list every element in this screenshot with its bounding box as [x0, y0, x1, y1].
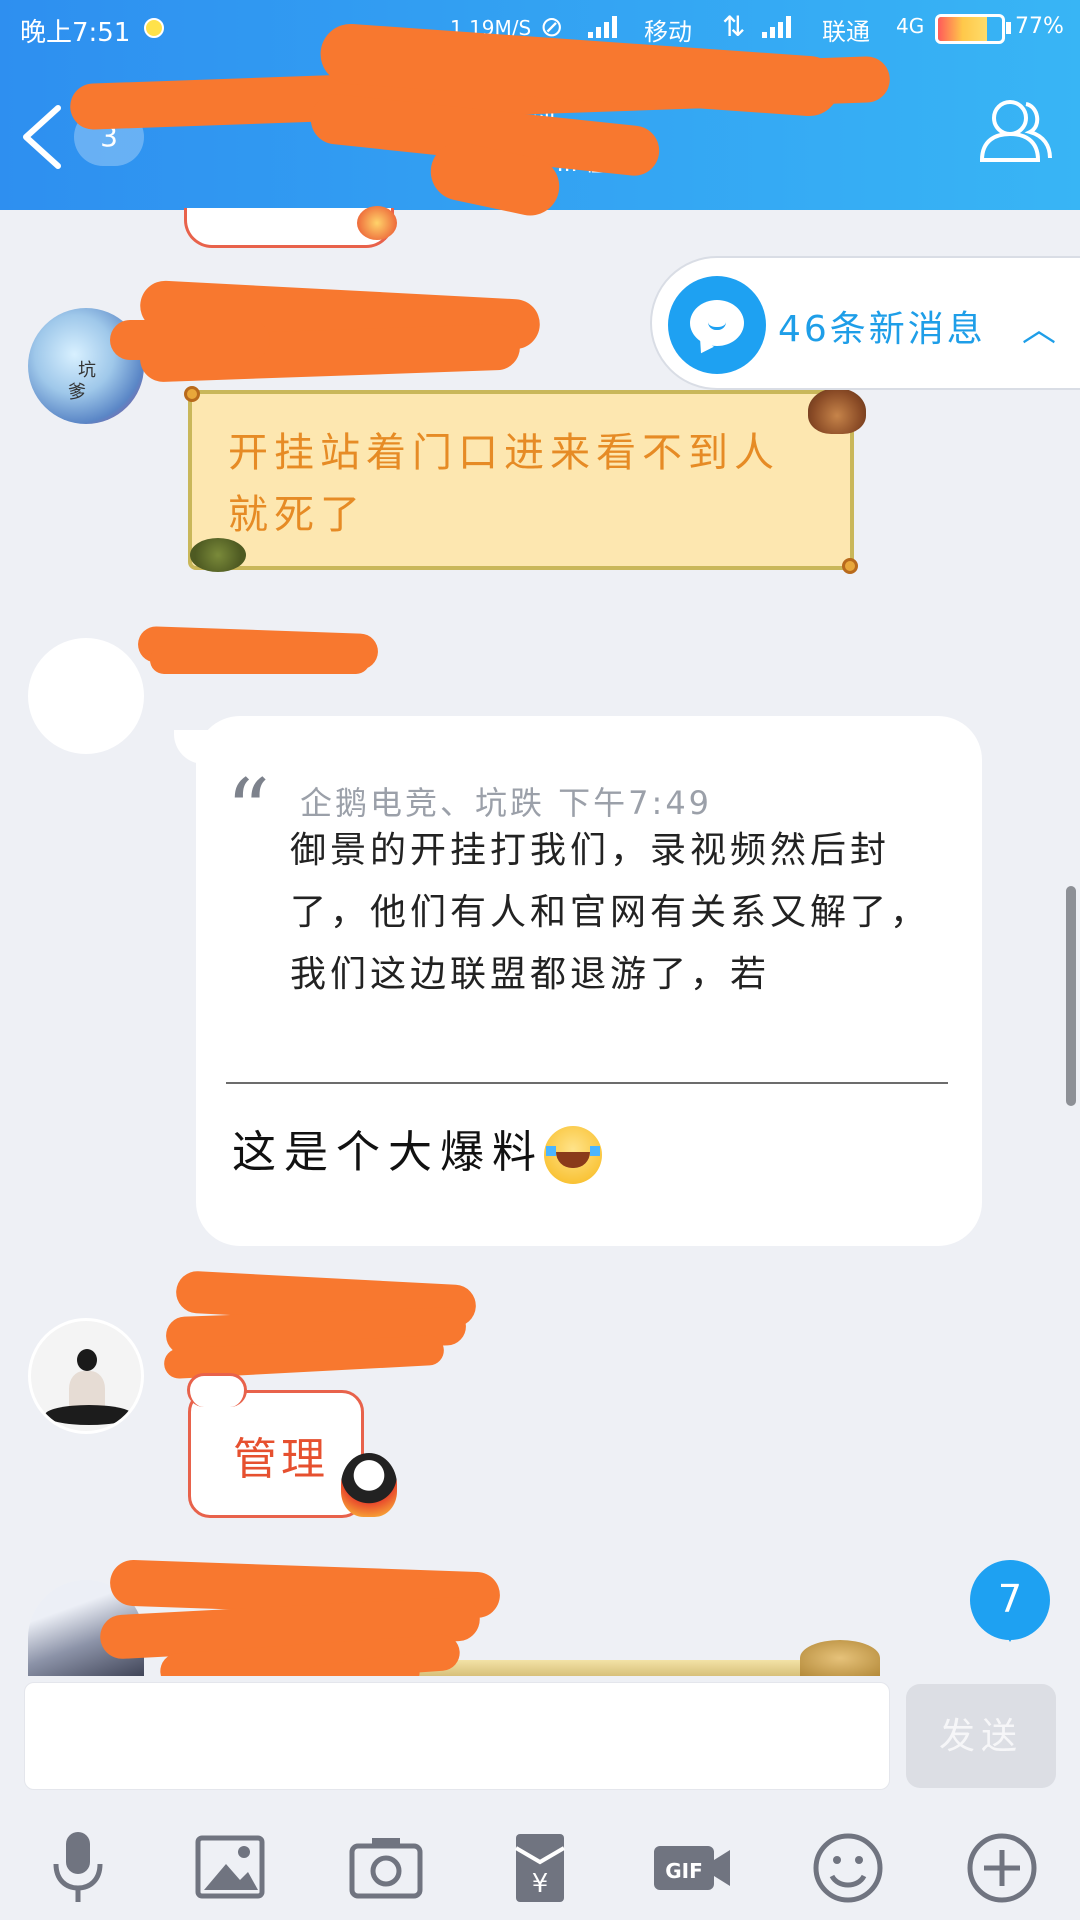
bubble-tail [174, 730, 208, 764]
reply-text-content: 这是个大爆料 [232, 1127, 544, 1178]
signal-icon [762, 14, 798, 38]
dragon-sticker [800, 1640, 880, 1676]
avatar-figure [77, 1349, 97, 1371]
turtle-sticker [190, 538, 246, 572]
signal-icon [588, 14, 624, 38]
unread-count-text: 7 [997, 1577, 1023, 1621]
quoted-text: 御景的开挂打我们，录视频然后封了，他们有人和官网有关系又解了，我们这边联盟都退游… [290, 830, 931, 995]
redaction-mark [110, 320, 270, 360]
new-messages-label: 46条新消息 [778, 309, 986, 350]
message-text: 管理 [233, 1434, 329, 1485]
badge-tail [1000, 1626, 1020, 1642]
red-packet-icon[interactable]: ¥ [500, 1830, 580, 1906]
svg-text:¥: ¥ [532, 1869, 549, 1899]
group-members-icon[interactable] [976, 96, 1054, 166]
message-text: 开挂站着门口进来看不到人就死了 [228, 430, 780, 538]
avatar-figure [45, 1405, 133, 1425]
image-icon[interactable] [190, 1830, 270, 1906]
battery-tip [1006, 22, 1011, 34]
input-area: 发送 ¥ GIF [0, 1676, 1080, 1920]
avatar-text: 爹 [68, 382, 86, 403]
message-bubble[interactable]: “ 企鹅电竞、坑跌 下午7:49 御景的开挂打我们，录视频然后封了，他们有人和官… [174, 716, 982, 1246]
gif-icon[interactable]: GIF [652, 1830, 732, 1906]
bubble-corner [842, 558, 858, 574]
battery-percent: 77% [1015, 14, 1064, 39]
battery-icon [935, 14, 1005, 44]
new-messages-pill[interactable]: 46条新消息 ︿ [650, 256, 1080, 390]
quote-divider [226, 1082, 948, 1084]
penguin-sticker [341, 1453, 397, 1517]
chat-bubble-icon [668, 276, 766, 374]
quote-meta: 企鹅电竞、坑跌 下午7:49 [300, 784, 713, 822]
data-transfer-icon: ⇅ [722, 10, 746, 43]
back-arrow-icon[interactable] [18, 102, 68, 172]
camera-icon[interactable] [346, 1830, 426, 1906]
chevron-up-icon: ︿ [1022, 310, 1056, 350]
emoji-icon[interactable] [808, 1830, 888, 1906]
avatar[interactable] [28, 1318, 144, 1434]
input-toolbar: ¥ GIF [0, 1816, 1080, 1916]
scrollbar[interactable] [1066, 886, 1076, 1106]
unread-count-badge[interactable]: 7 [970, 1560, 1050, 1642]
mic-icon[interactable] [38, 1830, 118, 1906]
avatar[interactable] [28, 638, 144, 754]
penguin-sticker [357, 206, 397, 240]
carrier-1: 移动 [644, 18, 692, 46]
svg-text:GIF: GIF [665, 1859, 703, 1883]
cloud-decoration [187, 1373, 247, 1407]
notification-dot-icon [144, 18, 164, 38]
message-bubble[interactable]: 管理 [187, 1373, 397, 1518]
teemo-sticker [808, 388, 866, 434]
plus-icon[interactable] [962, 1830, 1042, 1906]
laugh-cry-emoji-icon [544, 1126, 602, 1184]
carrier-2: 联通 [822, 18, 870, 46]
message-bubble-partial[interactable] [184, 206, 397, 248]
send-button[interactable]: 发送 [906, 1684, 1056, 1788]
reply-text: 这是个大爆料 [232, 1116, 602, 1184]
redaction-mark [150, 646, 370, 674]
status-time: 晚上7:51 [20, 18, 131, 48]
network-type: 4G [896, 14, 925, 38]
message-bubble[interactable]: 开挂站着门口进来看不到人就死了 [184, 386, 858, 574]
message-input[interactable] [24, 1682, 890, 1790]
quote-icon: “ [226, 761, 270, 861]
bubble-corner [184, 386, 200, 402]
